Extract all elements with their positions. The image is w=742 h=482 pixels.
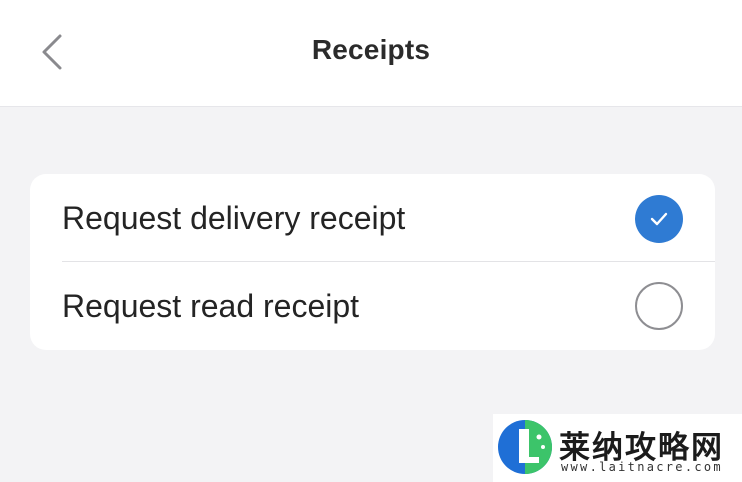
delivery-receipt-checkbox[interactable] (635, 195, 683, 243)
checkmark-icon (650, 212, 668, 226)
read-receipt-option[interactable]: Request read receipt (30, 262, 715, 350)
watermark: 莱纳攻略网 www.laitnacre.com (493, 414, 742, 482)
receipts-screen: Receipts Request delivery receipt Reques… (0, 0, 742, 482)
read-receipt-checkbox[interactable] (635, 282, 683, 330)
read-receipt-label: Request read receipt (62, 288, 360, 324)
delivery-receipt-option[interactable]: Request delivery receipt (30, 174, 715, 262)
delivery-receipt-label: Request delivery receipt (62, 200, 406, 236)
page-title: Receipts (311, 34, 431, 65)
watermark-url: www.laitnacre.com (561, 460, 723, 474)
header-bar: Receipts (0, 0, 742, 107)
watermark-logo-icon (498, 420, 552, 474)
receipt-settings-card: Request delivery receipt Request read re… (30, 174, 715, 350)
